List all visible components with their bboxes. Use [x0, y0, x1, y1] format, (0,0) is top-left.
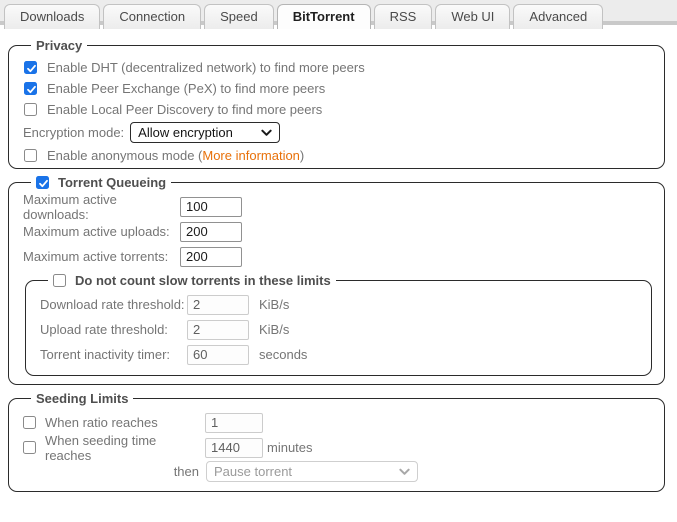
tab-webui[interactable]: Web UI	[435, 4, 510, 29]
inactivity-timer-label: Torrent inactivity timer:	[40, 347, 187, 362]
settings-tab-bar: DownloadsConnectionSpeedBitTorrentRSSWeb…	[0, 0, 677, 25]
chevron-down-icon	[399, 468, 410, 476]
max-uploads-label: Maximum active uploads:	[23, 224, 180, 239]
anonymous-label: Enable anonymous mode (More information)	[47, 148, 304, 163]
max-uploads-row: Maximum active uploads:	[23, 219, 654, 244]
then-action-value: Pause torrent	[214, 464, 292, 479]
torrent-queueing-section: Torrent Queueing Maximum active download…	[8, 175, 665, 385]
seeding-time-input[interactable]	[205, 438, 263, 458]
max-uploads-input[interactable]	[180, 222, 242, 242]
torrent-queueing-legend-text: Torrent Queueing	[58, 175, 166, 190]
max-downloads-row: Maximum active downloads:	[23, 194, 654, 219]
chevron-down-icon	[261, 129, 272, 137]
then-action-row: then Pause torrent	[23, 460, 654, 483]
upload-threshold-label: Upload rate threshold:	[40, 322, 187, 337]
seeding-limits-section: Seeding Limits When ratio reaches When s…	[8, 391, 665, 492]
slow-torrents-section: Do not count slow torrents in these limi…	[25, 273, 652, 376]
dht-checkbox[interactable]	[24, 61, 37, 74]
then-action-select[interactable]: Pause torrent	[206, 461, 418, 482]
max-downloads-label: Maximum active downloads:	[23, 192, 180, 222]
seeding-time-row: When seeding time reaches minutes	[23, 435, 654, 460]
lsd-row: Enable Local Peer Discovery to find more…	[23, 99, 654, 120]
tab-bittorrent[interactable]: BitTorrent	[277, 4, 371, 29]
slow-torrents-checkbox[interactable]	[53, 274, 66, 287]
dht-row: Enable DHT (decentralized network) to fi…	[23, 57, 654, 78]
dht-label: Enable DHT (decentralized network) to fi…	[47, 60, 365, 75]
privacy-section: Privacy Enable DHT (decentralized networ…	[8, 38, 665, 169]
torrent-queueing-legend: Torrent Queueing	[31, 175, 171, 190]
slow-torrents-legend-text: Do not count slow torrents in these limi…	[75, 273, 331, 288]
download-threshold-unit: KiB/s	[259, 297, 289, 312]
encryption-mode-label: Encryption mode:	[23, 125, 124, 140]
pex-checkbox[interactable]	[24, 82, 37, 95]
checkmark-icon	[37, 177, 50, 190]
tab-connection[interactable]: Connection	[103, 4, 201, 29]
download-threshold-input[interactable]	[187, 295, 249, 315]
ratio-limit-checkbox[interactable]	[23, 416, 36, 429]
seeding-limits-legend: Seeding Limits	[31, 391, 133, 406]
upload-threshold-input[interactable]	[187, 320, 249, 340]
encryption-row: Encryption mode: Allow encryption	[23, 120, 654, 145]
encryption-mode-value: Allow encryption	[138, 125, 233, 140]
anonymous-label-suffix: )	[300, 148, 304, 163]
inactivity-timer-unit: seconds	[259, 347, 307, 362]
then-label: then	[23, 464, 206, 479]
settings-content: Privacy Enable DHT (decentralized networ…	[0, 25, 677, 492]
anonymous-label-prefix: Enable anonymous mode (	[47, 148, 202, 163]
max-torrents-row: Maximum active torrents:	[23, 244, 654, 269]
max-torrents-input[interactable]	[180, 247, 242, 267]
anonymous-checkbox[interactable]	[24, 149, 37, 162]
ratio-limit-label: When ratio reaches	[45, 415, 205, 430]
encryption-mode-select[interactable]: Allow encryption	[130, 122, 280, 143]
tab-downloads[interactable]: Downloads	[4, 4, 100, 29]
inactivity-timer-row: Torrent inactivity timer: seconds	[40, 342, 641, 367]
privacy-legend: Privacy	[31, 38, 87, 53]
seeding-time-label: When seeding time reaches	[45, 433, 205, 463]
max-torrents-label: Maximum active torrents:	[23, 249, 180, 264]
lsd-label: Enable Local Peer Discovery to find more…	[47, 102, 322, 117]
upload-threshold-unit: KiB/s	[259, 322, 289, 337]
download-threshold-label: Download rate threshold:	[40, 297, 187, 312]
anonymous-row: Enable anonymous mode (More information)	[23, 145, 654, 166]
checkmark-icon	[25, 83, 38, 96]
pex-label: Enable Peer Exchange (PeX) to find more …	[47, 81, 325, 96]
tab-speed[interactable]: Speed	[204, 4, 274, 29]
inactivity-timer-input[interactable]	[187, 345, 249, 365]
slow-torrents-legend: Do not count slow torrents in these limi…	[48, 273, 336, 288]
seeding-time-checkbox[interactable]	[23, 441, 36, 454]
ratio-limit-row: When ratio reaches	[23, 410, 654, 435]
more-information-link[interactable]: More information	[202, 148, 300, 163]
tab-advanced[interactable]: Advanced	[513, 4, 603, 29]
max-downloads-input[interactable]	[180, 197, 242, 217]
pex-row: Enable Peer Exchange (PeX) to find more …	[23, 78, 654, 99]
torrent-queueing-checkbox[interactable]	[36, 176, 49, 189]
seeding-time-unit: minutes	[267, 440, 313, 455]
upload-threshold-row: Upload rate threshold: KiB/s	[40, 317, 641, 342]
tab-rss[interactable]: RSS	[374, 4, 433, 29]
lsd-checkbox[interactable]	[24, 103, 37, 116]
ratio-limit-input[interactable]	[205, 413, 263, 433]
download-threshold-row: Download rate threshold: KiB/s	[40, 292, 641, 317]
checkmark-icon	[25, 62, 38, 75]
